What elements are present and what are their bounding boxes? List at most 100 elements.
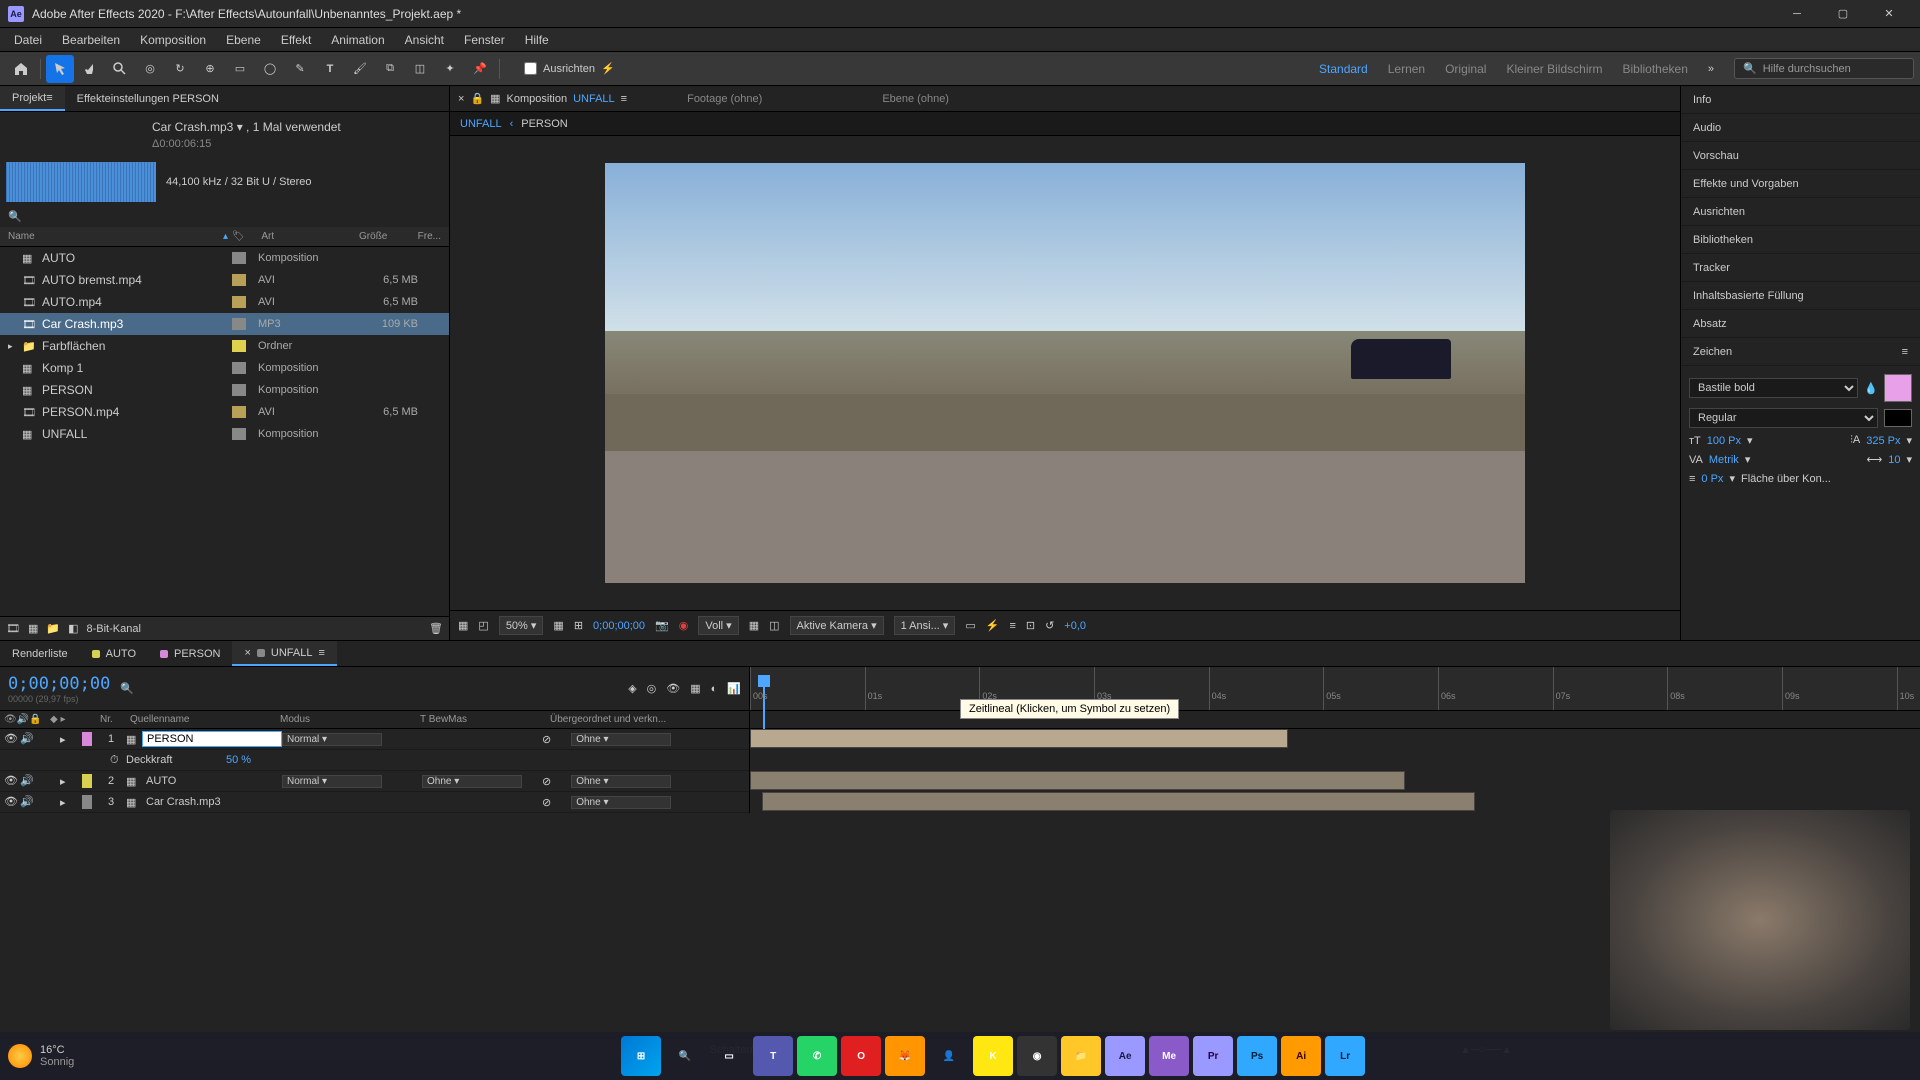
views-dropdown[interactable]: 1 Ansi... ▾ bbox=[894, 616, 956, 635]
workspace-bibliotheken[interactable]: Bibliotheken bbox=[1622, 62, 1687, 76]
orbit-tool[interactable]: ◎ bbox=[136, 55, 164, 83]
zoom-tool[interactable] bbox=[106, 55, 134, 83]
menu-hilfe[interactable]: Hilfe bbox=[515, 28, 559, 51]
resolution-dropdown[interactable]: Voll ▾ bbox=[698, 616, 738, 635]
exposure-value[interactable]: +0,0 bbox=[1064, 620, 1086, 632]
timeline-icon[interactable]: ≡ bbox=[1009, 620, 1015, 632]
project-item[interactable]: ▦ AUTO Komposition bbox=[0, 247, 449, 269]
whatsapp-icon[interactable]: ✆ bbox=[797, 1036, 837, 1076]
panel-effekte[interactable]: Effekte und Vorgaben bbox=[1681, 170, 1920, 198]
illustrator-icon[interactable]: Ai bbox=[1281, 1036, 1321, 1076]
eyedropper-icon[interactable]: 💧 bbox=[1864, 382, 1878, 395]
current-time[interactable]: 0;00;00;00 bbox=[593, 620, 645, 632]
panel-info[interactable]: Info bbox=[1681, 86, 1920, 114]
search-taskbar-icon[interactable]: 🔍 bbox=[665, 1036, 705, 1076]
panel-tracker[interactable]: Tracker bbox=[1681, 254, 1920, 282]
reset-exposure-icon[interactable]: ↺ bbox=[1045, 619, 1054, 632]
snap-options-icon[interactable]: ⚡ bbox=[601, 62, 615, 75]
panel-vorschau[interactable]: Vorschau bbox=[1681, 142, 1920, 170]
fill-over-stroke-dropdown[interactable]: Fläche über Kon... bbox=[1741, 473, 1912, 485]
layer-property[interactable]: ⏱Deckkraft50 % bbox=[0, 750, 749, 771]
panel-zeichen[interactable]: Zeichen≡ bbox=[1681, 338, 1920, 366]
stroke-width-value[interactable]: 0 Px bbox=[1701, 473, 1723, 485]
teams-icon[interactable]: T bbox=[753, 1036, 793, 1076]
timeline-ruler[interactable]: Zeitlineal (Klicken, um Symbol zu setzen… bbox=[750, 667, 1920, 710]
ellipse-tool[interactable]: ◯ bbox=[256, 55, 284, 83]
leading-value[interactable]: 325 Px bbox=[1866, 435, 1900, 447]
snap-checkbox[interactable] bbox=[524, 62, 537, 75]
transparent-icon[interactable]: ▦ bbox=[749, 619, 759, 632]
lock-icon[interactable]: 🔒 bbox=[470, 92, 484, 105]
snapshot-icon[interactable]: 📷 bbox=[655, 619, 669, 632]
menu-effekt[interactable]: Effekt bbox=[271, 28, 321, 51]
stamp-tool[interactable]: ⧉ bbox=[376, 55, 404, 83]
pixel-aspect-icon[interactable]: ▭ bbox=[965, 619, 975, 632]
timeline-timecode[interactable]: 0;00;00;00 bbox=[8, 674, 110, 694]
more-workspaces-icon[interactable]: » bbox=[1708, 63, 1714, 75]
obs-icon[interactable]: ◉ bbox=[1017, 1036, 1057, 1076]
layer-label[interactable]: Ebene (ohne) bbox=[882, 93, 949, 105]
guides-icon[interactable]: ⊞ bbox=[574, 619, 583, 632]
timeline-layers-bars[interactable] bbox=[750, 729, 1920, 813]
minimize-button[interactable]: ─ bbox=[1774, 0, 1820, 28]
tab-renderliste[interactable]: Renderliste bbox=[0, 641, 80, 666]
menu-animation[interactable]: Animation bbox=[321, 28, 394, 51]
bpc-label[interactable]: 8-Bit-Kanal bbox=[86, 623, 140, 635]
firefox-icon[interactable]: 🦊 bbox=[885, 1036, 925, 1076]
menu-ansicht[interactable]: Ansicht bbox=[395, 28, 454, 51]
timeline-search-icon[interactable]: 🔍 bbox=[120, 682, 134, 695]
panel-absatz[interactable]: Absatz bbox=[1681, 310, 1920, 338]
font-style-dropdown[interactable]: Regular bbox=[1689, 408, 1878, 428]
motion-blur-icon[interactable]: ◐ bbox=[711, 683, 718, 695]
project-item[interactable]: 🎞 PERSON.mp4 AVI 6,5 MB bbox=[0, 401, 449, 423]
tracking-value[interactable]: 10 bbox=[1888, 454, 1900, 466]
breadcrumb-item[interactable]: PERSON bbox=[521, 118, 567, 130]
media-encoder-icon[interactable]: Me bbox=[1149, 1036, 1189, 1076]
puppet-tool[interactable]: 📌 bbox=[466, 55, 494, 83]
alpha-icon[interactable]: ▦ bbox=[458, 619, 468, 632]
taskbar-weather[interactable]: 16°C Sonnig bbox=[8, 1044, 74, 1068]
help-search[interactable]: 🔍 Hilfe durchsuchen bbox=[1734, 58, 1914, 79]
hand-tool[interactable] bbox=[76, 55, 104, 83]
shy-icon[interactable]: 👁 bbox=[666, 682, 680, 695]
tab-auto[interactable]: AUTO bbox=[80, 641, 148, 666]
close-tab-icon[interactable]: × bbox=[458, 93, 464, 105]
adjustment-icon[interactable]: ◧ bbox=[68, 622, 78, 635]
panel-bibliotheken[interactable]: Bibliotheken bbox=[1681, 226, 1920, 254]
kerning-value[interactable]: Metrik bbox=[1709, 454, 1739, 466]
tab-person[interactable]: PERSON bbox=[148, 641, 232, 666]
trash-icon[interactable]: 🗑 bbox=[429, 622, 443, 635]
project-item[interactable]: ▸ 📁 Farbflächen Ordner bbox=[0, 335, 449, 357]
explorer-icon[interactable]: 📁 bbox=[1061, 1036, 1101, 1076]
flowchart-icon[interactable]: ⊡ bbox=[1026, 619, 1035, 632]
layer-bar[interactable] bbox=[750, 729, 1288, 748]
selection-tool[interactable] bbox=[46, 55, 74, 83]
home-button[interactable] bbox=[7, 55, 35, 83]
workspace-kleiner[interactable]: Kleiner Bildschirm bbox=[1506, 62, 1602, 76]
fast-preview-icon[interactable]: ⚡ bbox=[986, 619, 1000, 632]
project-item[interactable]: ▦ PERSON Komposition bbox=[0, 379, 449, 401]
after-effects-icon[interactable]: Ae bbox=[1105, 1036, 1145, 1076]
breadcrumb-item[interactable]: UNFALL bbox=[460, 118, 502, 130]
tab-effect-controls[interactable]: Effekteinstellungen PERSON bbox=[65, 86, 231, 111]
app-icon[interactable]: 👤 bbox=[929, 1036, 969, 1076]
stroke-swatch-icon[interactable] bbox=[1884, 409, 1912, 427]
project-item[interactable]: ▦ Komp 1 Komposition bbox=[0, 357, 449, 379]
footage-label[interactable]: Footage (ohne) bbox=[687, 93, 762, 105]
comp-flowchart-icon[interactable]: ◈ bbox=[628, 682, 636, 695]
anchor-tool[interactable]: ⊕ bbox=[196, 55, 224, 83]
font-family-dropdown[interactable]: Bastile bold bbox=[1689, 378, 1858, 398]
maximize-button[interactable]: ▢ bbox=[1820, 0, 1866, 28]
project-list[interactable]: ▦ AUTO Komposition 🎞 AUTO bremst.mp4 AVI… bbox=[0, 247, 449, 616]
project-item[interactable]: ▦ UNFALL Komposition bbox=[0, 423, 449, 445]
timeline-layer[interactable]: 👁🔊 ▸ 2 ▦ AUTO Normal ▾ Ohne ▾ ⊘ Ohne ▾ bbox=[0, 771, 749, 792]
comp-name[interactable]: UNFALL bbox=[573, 93, 615, 105]
workspace-standard[interactable]: Standard bbox=[1319, 62, 1368, 76]
frame-blend-icon[interactable]: ▦ bbox=[690, 682, 700, 695]
kakao-icon[interactable]: K bbox=[973, 1036, 1013, 1076]
brush-tool[interactable]: 🖌 bbox=[346, 55, 374, 83]
lightroom-icon[interactable]: Lr bbox=[1325, 1036, 1365, 1076]
3d-icon[interactable]: ◫ bbox=[769, 619, 779, 632]
menu-datei[interactable]: Datei bbox=[4, 28, 52, 51]
layer-bar[interactable] bbox=[762, 792, 1476, 811]
